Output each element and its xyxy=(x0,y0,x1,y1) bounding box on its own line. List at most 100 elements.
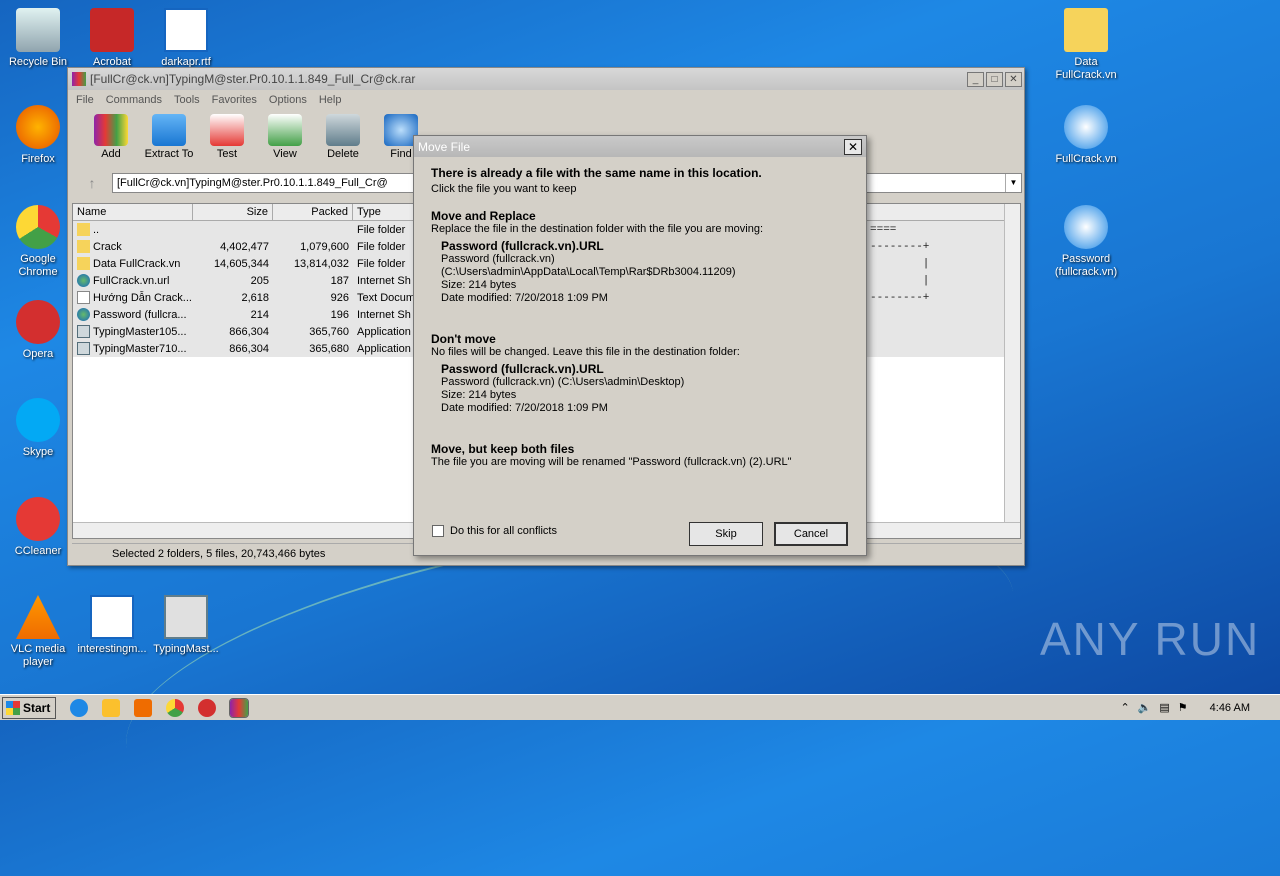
desktop-icon-label: Opera xyxy=(22,348,54,360)
cancel-button[interactable]: Cancel xyxy=(774,522,848,546)
menu-item-options[interactable]: Options xyxy=(269,94,307,106)
word-doc-icon xyxy=(90,595,134,639)
dropdown-arrow-icon[interactable]: ▼ xyxy=(1005,174,1021,192)
app-icon xyxy=(164,595,208,639)
col-name[interactable]: Name xyxy=(73,204,193,220)
desktop-icon[interactable]: Firefox xyxy=(0,105,76,166)
cell-name: FullCrack.vn.url xyxy=(93,274,170,287)
file-size: Size: 214 bytes xyxy=(441,279,517,291)
desktop-icon[interactable]: Acrobat xyxy=(74,8,150,69)
winrar-taskbar-icon[interactable] xyxy=(229,697,249,718)
desktop-icon[interactable]: Data FullCrack.vn xyxy=(1048,8,1124,82)
col-size[interactable]: Size xyxy=(193,204,273,220)
close-button[interactable]: ✕ xyxy=(1005,71,1022,87)
media-player-icon[interactable] xyxy=(134,698,152,717)
menu-item-file[interactable]: File xyxy=(76,94,94,106)
up-arrow-icon[interactable]: ↑ xyxy=(72,175,112,191)
desktop-icon[interactable]: Google Chrome xyxy=(0,205,76,279)
start-label: Start xyxy=(23,700,51,715)
url-icon xyxy=(77,308,90,321)
toolbar-add-button[interactable]: Add xyxy=(82,110,140,166)
cell-packed: 926 xyxy=(330,291,349,304)
option-keep-both[interactable]: Move, but keep both files The file you a… xyxy=(431,443,849,469)
menu-item-commands[interactable]: Commands xyxy=(106,94,162,106)
desktop-icon[interactable]: Password (fullcrack.vn) xyxy=(1048,205,1124,279)
cell-name: Crack xyxy=(93,240,122,253)
info-icon xyxy=(1064,205,1108,249)
menu-bar: File Commands Tools Favorites Options Help xyxy=(68,90,1024,110)
anyrun-watermark: ANY RUN xyxy=(1040,613,1261,665)
toolbar-extract-to-button[interactable]: Extract To xyxy=(140,110,198,166)
cell-size: 866,304 xyxy=(229,342,269,355)
skip-button[interactable]: Skip xyxy=(689,522,763,546)
desktop-icon[interactable]: CCleaner xyxy=(0,497,76,558)
dialog-titlebar[interactable]: Move File ✕ xyxy=(414,136,866,157)
option-dont-move[interactable]: Don't move No files will be changed. Lea… xyxy=(431,333,849,415)
tray-expand-icon[interactable]: ⌃ xyxy=(1120,701,1129,714)
file-display-name: Password (fullcrack.vn) (C:\Users\admin\… xyxy=(441,376,685,388)
option-desc: The file you are moving will be renamed … xyxy=(431,456,792,468)
col-packed[interactable]: Packed xyxy=(273,204,353,220)
winrar-titlebar[interactable]: [FullCr@ck.vn]TypingM@ster.Pr0.10.1.1.84… xyxy=(68,68,1024,90)
toolbar-delete-button[interactable]: Delete xyxy=(314,110,372,166)
desktop-icon[interactable]: interestingm... xyxy=(74,595,150,656)
cell-name: Data FullCrack.vn xyxy=(93,257,181,270)
opera-taskbar-icon[interactable] xyxy=(198,698,216,717)
menu-item-tools[interactable]: Tools xyxy=(174,94,200,106)
info-icon xyxy=(1064,105,1108,149)
cell-packed: 365,760 xyxy=(309,325,349,338)
flag-icon[interactable]: ⚑ xyxy=(1178,701,1188,714)
cell-packed: 187 xyxy=(330,274,349,287)
chrome-icon xyxy=(16,205,60,249)
chrome-taskbar-icon[interactable] xyxy=(166,698,184,717)
desktop-icon-label: Firefox xyxy=(21,153,55,165)
desktop-icon[interactable]: darkapr.rtf xyxy=(148,8,224,69)
cell-size: 205 xyxy=(250,274,269,287)
cell-packed: 365,680 xyxy=(309,342,349,355)
cell-size: 2,618 xyxy=(241,291,269,304)
explorer-icon[interactable] xyxy=(102,698,120,717)
desktop-icon-label: Recycle Bin xyxy=(8,56,68,68)
folder-icon xyxy=(77,257,90,270)
minimize-button[interactable]: _ xyxy=(967,71,984,87)
desktop-icon-label: Google Chrome xyxy=(18,253,58,278)
cell-name: Password (fullcra... xyxy=(93,308,187,321)
dialog-heading: There is already a file with the same na… xyxy=(431,166,762,180)
option-move-and-replace[interactable]: Move and Replace Replace the file in the… xyxy=(431,210,849,305)
desktop-icon[interactable]: FullCrack.vn xyxy=(1048,105,1124,166)
checkbox-label: Do this for all conflicts xyxy=(450,525,557,537)
vertical-scrollbar[interactable] xyxy=(1004,204,1020,538)
option-title: Move, but keep both files xyxy=(431,442,575,456)
ie-icon[interactable] xyxy=(70,698,88,717)
cell-size: 4,402,477 xyxy=(220,240,269,253)
all-conflicts-checkbox[interactable]: Do this for all conflicts xyxy=(432,525,557,537)
toolbar-label: Add xyxy=(101,148,121,160)
clock[interactable]: 4:46 AM xyxy=(1210,702,1250,714)
checkbox-box[interactable] xyxy=(432,525,444,537)
menu-item-help[interactable]: Help xyxy=(319,94,342,106)
url-icon xyxy=(77,274,90,287)
desktop-icon-label: VLC media player xyxy=(10,643,66,668)
network-icon[interactable]: ▤ xyxy=(1159,701,1169,714)
system-tray: ⌃ 🔈 ▤ ⚑ 4:46 AM xyxy=(1120,701,1280,715)
toolbar-label: Test xyxy=(216,148,238,160)
windows-flag-icon xyxy=(6,700,20,715)
menu-item-favorites[interactable]: Favorites xyxy=(212,94,257,106)
desktop-icon[interactable]: Skype xyxy=(0,398,76,459)
desktop-icon-label: TypingMast... xyxy=(153,643,219,655)
desktop-icon[interactable]: Opera xyxy=(0,300,76,361)
ccleaner-icon xyxy=(16,497,60,541)
start-button[interactable]: Start xyxy=(2,696,56,719)
option-desc: No files will be changed. Leave this fil… xyxy=(431,346,740,358)
volume-icon[interactable]: 🔈 xyxy=(1138,701,1152,714)
desktop-icon[interactable]: TypingMast... xyxy=(148,595,224,656)
maximize-button[interactable]: □ xyxy=(986,71,1003,87)
toolbar-test-button[interactable]: Test xyxy=(198,110,256,166)
desktop-icon[interactable]: Recycle Bin xyxy=(0,8,76,69)
toolbar-view-button[interactable]: View xyxy=(256,110,314,166)
desktop-icon[interactable]: VLC media player xyxy=(0,595,76,669)
cell-name: TypingMaster105... xyxy=(93,325,187,338)
dialog-close-button[interactable]: ✕ xyxy=(844,138,862,155)
extract-to-icon xyxy=(152,114,186,146)
toolbar-label: View xyxy=(273,148,297,160)
